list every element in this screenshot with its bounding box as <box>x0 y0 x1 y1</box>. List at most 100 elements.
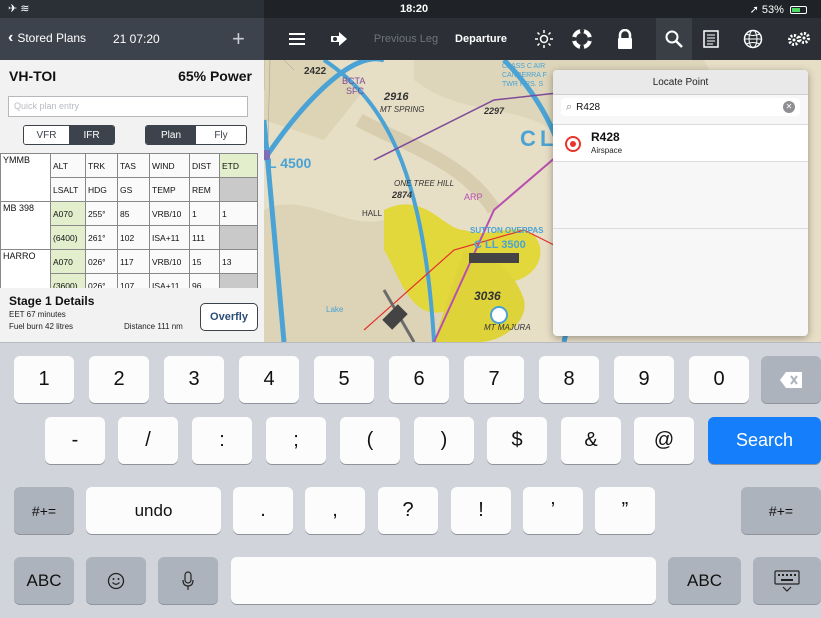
key-8[interactable]: 8 <box>539 356 599 403</box>
symbols-key[interactable]: #+= <box>14 487 74 534</box>
waypoint-name: HARRO <box>3 251 36 261</box>
airspace-icon <box>565 136 581 152</box>
key-7[interactable]: 7 <box>464 356 524 403</box>
quick-plan-entry-input[interactable]: Quick plan entry <box>8 96 248 117</box>
origin-waypoint[interactable]: YMMB <box>0 153 51 202</box>
flight-plan-table: YMMB ALT TRK TAS WIND DIST ETD LSALT HDG… <box>0 153 258 298</box>
map-label: 2422 <box>304 66 327 77</box>
symbols-key-right[interactable]: #+= <box>741 487 821 534</box>
delete-key[interactable] <box>761 356 821 403</box>
table-cell: 102 <box>117 225 150 250</box>
document-icon[interactable] <box>694 18 728 60</box>
status-bar: ✈ ≋ 18:20 ➚ 53% <box>0 0 821 18</box>
lifebuoy-icon[interactable] <box>565 18 599 60</box>
power-setting[interactable]: 65% Power <box>178 68 252 84</box>
back-button[interactable]: ‹ Stored Plans <box>8 30 86 46</box>
key-ampersand[interactable]: & <box>561 417 621 464</box>
locate-search-value: R428 <box>576 101 601 113</box>
dictation-key[interactable] <box>158 557 218 604</box>
list-item[interactable]: R428 Airspace <box>553 124 808 162</box>
map-label: MT SPRING <box>380 105 424 114</box>
route-icon[interactable] <box>322 18 356 60</box>
key-4[interactable]: 4 <box>239 356 299 403</box>
key-dollar[interactable]: $ <box>487 417 547 464</box>
header-cell: GS <box>117 177 150 202</box>
table-cell: 026° <box>85 249 118 274</box>
table-cell: 111 <box>189 225 220 250</box>
status-bar-left-bg <box>0 0 264 18</box>
key-exclamation[interactable]: ! <box>451 487 511 534</box>
key-slash[interactable]: / <box>118 417 178 464</box>
header-cell: TRK <box>85 153 118 178</box>
map-label: CANBERRA F <box>502 72 547 79</box>
key-6[interactable]: 6 <box>389 356 449 403</box>
key-apostrophe[interactable]: ’ <box>523 487 583 534</box>
plus-icon[interactable]: + <box>232 26 245 52</box>
fly-button[interactable]: Fly <box>196 126 246 144</box>
overfly-button[interactable]: Overfly <box>200 303 258 331</box>
table-cell: 255° <box>85 201 118 226</box>
header-cell: WIND <box>149 153 190 178</box>
vfr-button[interactable]: VFR <box>24 126 69 144</box>
key-semicolon[interactable]: ; <box>266 417 326 464</box>
waypoint-cell[interactable]: MB 398 <box>0 201 51 250</box>
header-cell: DIST <box>189 153 220 178</box>
map-label: MT MAJURA <box>484 323 531 332</box>
list-icon[interactable] <box>278 18 316 60</box>
result-type: Airspace <box>591 146 623 155</box>
locate-point-popover: Locate Point ⌕ R428 ✕ R428 Airspace <box>553 70 808 336</box>
key-9[interactable]: 9 <box>614 356 674 403</box>
waypoint-name: MB <box>3 203 17 213</box>
table-cell[interactable]: VRB/10 <box>149 249 190 274</box>
waypoint-sub: 398 <box>19 203 35 213</box>
abc-key-right[interactable]: ABC <box>668 557 741 604</box>
brightness-icon[interactable] <box>527 18 561 60</box>
emoji-key[interactable] <box>86 557 146 604</box>
map-label: CLASS C AIR <box>502 63 545 70</box>
search-icon[interactable] <box>656 18 692 60</box>
table-cell[interactable]: A070 <box>50 201 86 226</box>
table-cell[interactable]: A070 <box>50 249 86 274</box>
table-cell: 85 <box>117 201 150 226</box>
key-quote[interactable]: ” <box>595 487 655 534</box>
lock-icon[interactable] <box>608 18 642 60</box>
app-root: ✈ ≋ 18:20 ➚ 53% ‹ Stored Plans 21 07:20 … <box>0 0 821 618</box>
hide-keyboard-key[interactable] <box>753 557 821 604</box>
aircraft-registration[interactable]: VH-TOI <box>9 68 56 84</box>
status-time: 18:20 <box>400 3 429 15</box>
globe-icon[interactable] <box>736 18 770 60</box>
battery-status: ➚ 53% <box>750 3 807 16</box>
stage-details: Stage 1 Details EET 67 minutes Fuel burn… <box>0 288 264 342</box>
key-hyphen[interactable]: - <box>45 417 105 464</box>
space-key[interactable] <box>231 557 656 604</box>
key-3[interactable]: 3 <box>164 356 224 403</box>
table-cell[interactable]: VRB/10 <box>149 201 190 226</box>
stage-title: Stage 1 Details <box>9 294 95 308</box>
departure-button[interactable]: Departure <box>448 18 514 60</box>
key-1[interactable]: 1 <box>14 356 74 403</box>
table-row: HARRO A070 026° 117 VRB/10 15 13 <box>0 249 258 298</box>
key-close-paren[interactable]: ) <box>414 417 474 464</box>
key-2[interactable]: 2 <box>89 356 149 403</box>
key-0[interactable]: 0 <box>689 356 749 403</box>
table-cell: (6400) <box>50 225 86 250</box>
key-colon[interactable]: : <box>192 417 252 464</box>
previous-leg-button[interactable]: Previous Leg <box>364 18 448 60</box>
settings-icon[interactable] <box>781 18 817 60</box>
map-label: ARP <box>464 192 483 202</box>
plan-button[interactable]: Plan <box>146 126 196 144</box>
stage-eet: EET 67 minutes <box>9 310 66 319</box>
ifr-button[interactable]: IFR <box>69 126 114 144</box>
clear-icon[interactable]: ✕ <box>783 101 795 113</box>
keyboard-dismiss-icon <box>774 569 800 592</box>
key-question[interactable]: ? <box>378 487 438 534</box>
key-at[interactable]: @ <box>634 417 694 464</box>
locate-search-input[interactable]: ⌕ R428 ✕ <box>561 98 800 116</box>
key-5[interactable]: 5 <box>314 356 374 403</box>
key-period[interactable]: . <box>233 487 293 534</box>
key-comma[interactable]: , <box>305 487 365 534</box>
search-key[interactable]: Search <box>708 417 821 464</box>
key-open-paren[interactable]: ( <box>340 417 400 464</box>
abc-key-left[interactable]: ABC <box>14 557 74 604</box>
undo-key[interactable]: undo <box>86 487 221 534</box>
